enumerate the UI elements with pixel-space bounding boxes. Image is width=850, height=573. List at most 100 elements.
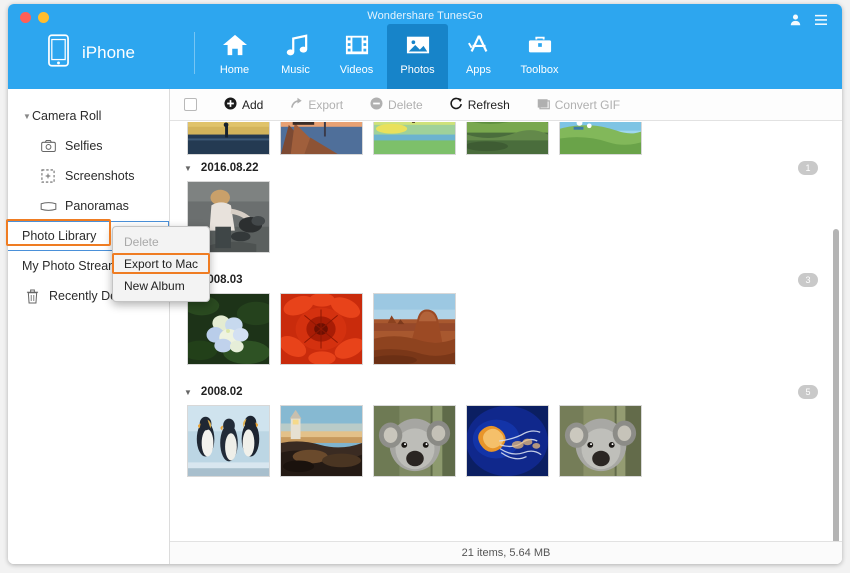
app-header: Wondershare TunesGo iPhone Home Music Vi…	[8, 4, 842, 89]
music-icon	[283, 32, 309, 58]
sidebar-label-my-photo-stream: My Photo Stream	[22, 259, 119, 273]
group-count-badge: 5	[798, 385, 818, 399]
disclosure-triangle-icon[interactable]: ▼	[16, 112, 32, 121]
user-icon[interactable]	[789, 13, 802, 31]
group-count-badge: 3	[798, 273, 818, 287]
video-icon	[344, 32, 370, 58]
sidebar-label-panoramas: Panoramas	[65, 199, 129, 213]
photo-thumbnail-red-dahlia[interactable]	[280, 293, 363, 365]
content-toolbar: Add Export Delete Refresh Convert GIF	[170, 89, 842, 121]
iphone-icon	[48, 34, 69, 72]
photo-thumbnail-tree-field[interactable]	[373, 122, 456, 155]
window-title: Wondershare TunesGo	[367, 10, 483, 22]
sidebar-label-screenshots: Screenshots	[65, 169, 135, 183]
date-group-header[interactable]: ▼ 2008.02 5	[170, 379, 842, 405]
export-arrow-icon	[290, 97, 303, 113]
convert-gif-button[interactable]: Convert GIF	[537, 97, 620, 113]
main-nav: Home Music Videos Photos Apps Toolbox	[204, 24, 570, 89]
delete-button[interactable]: Delete	[370, 96, 423, 113]
gif-icon	[537, 97, 550, 113]
status-summary: 21 items, 5.64 MB	[461, 547, 551, 559]
photo-thumbnail-seaside[interactable]	[559, 122, 642, 155]
photo-thumbnail-green-pond[interactable]	[466, 122, 549, 155]
toolbox-icon	[527, 32, 553, 58]
photo-thumbnail-penguins[interactable]	[187, 405, 270, 477]
date-group-header[interactable]: ▼ 2016.08.22 1	[170, 155, 842, 181]
sidebar-item-camera-roll[interactable]: ▼ Camera Roll	[8, 101, 169, 131]
sidebar-label-selfies: Selfies	[65, 139, 103, 153]
camera-icon	[38, 139, 58, 153]
photo-icon	[405, 32, 431, 58]
add-button[interactable]: Add	[224, 96, 263, 113]
thumb-row	[170, 405, 842, 477]
nav-tab-photos[interactable]: Photos	[387, 24, 448, 89]
sidebar-item-panoramas[interactable]: Panoramas	[8, 191, 169, 221]
context-menu-label-export-to-mac: Export to Mac	[124, 257, 199, 271]
context-menu-label-new-album: New Album	[124, 279, 185, 293]
connected-device[interactable]: iPhone	[48, 34, 135, 72]
panorama-icon	[38, 199, 58, 213]
home-icon	[222, 32, 248, 58]
apps-icon	[466, 32, 492, 58]
photo-thumbnail-hydrangea[interactable]	[187, 293, 270, 365]
content-pane: Add Export Delete Refresh Convert GIF ▼ …	[170, 89, 842, 564]
context-menu-item-export-to-mac[interactable]: Export to Mac	[113, 253, 209, 275]
nav-tab-videos[interactable]: Videos	[326, 24, 387, 89]
hamburger-menu-icon[interactable]	[814, 13, 828, 31]
photo-thumbnail-desert-butte[interactable]	[373, 293, 456, 365]
app-body: ▼ Camera Roll Selfies Screenshots Panora…	[8, 89, 842, 564]
nav-label-toolbox: Toolbox	[520, 64, 559, 76]
context-menu-item-delete[interactable]: Delete	[113, 231, 209, 253]
nav-tab-home[interactable]: Home	[204, 24, 265, 89]
refresh-button-label: Refresh	[467, 97, 510, 112]
refresh-icon	[450, 97, 463, 113]
nav-label-apps: Apps	[465, 64, 492, 76]
photo-thumbnail-pier-sunset[interactable]	[280, 122, 363, 155]
nav-tab-music[interactable]: Music	[265, 24, 326, 89]
header-actions	[789, 13, 828, 31]
device-name-label: iPhone	[82, 43, 135, 62]
date-group-label: 2008.02	[200, 386, 243, 398]
export-button-label: Export	[308, 97, 344, 112]
photo-thumbnail-koala-2[interactable]	[559, 405, 642, 477]
plus-circle-icon	[224, 96, 237, 113]
header-divider	[194, 32, 195, 74]
convert-gif-button-label: Convert GIF	[554, 97, 621, 112]
photo-thumbnail-koala[interactable]	[373, 405, 456, 477]
nav-label-home: Home	[219, 64, 250, 76]
refresh-button[interactable]: Refresh	[450, 97, 510, 113]
vertical-scrollbar[interactable]	[833, 229, 839, 559]
group-collapse-icon[interactable]: ▼	[184, 388, 192, 397]
screenshot-icon	[38, 169, 58, 183]
trash-icon	[22, 288, 42, 304]
sidebar-label-photo-library: Photo Library	[22, 229, 97, 243]
thumb-row	[170, 181, 842, 253]
photo-thumbnail-jellyfish[interactable]	[466, 405, 549, 477]
thumb-row-partial	[170, 122, 842, 155]
photo-thumbnail-mountain-lake[interactable]	[187, 122, 270, 155]
context-menu-label-delete: Delete	[124, 235, 159, 249]
photo-thumbnail-lighthouse-dusk[interactable]	[280, 405, 363, 477]
context-menu-item-new-album[interactable]: New Album	[113, 275, 209, 297]
app-root: Wondershare TunesGo iPhone Home Music Vi…	[0, 0, 850, 573]
export-button[interactable]: Export	[290, 97, 343, 113]
select-all-checkbox[interactable]	[184, 98, 197, 111]
sidebar: ▼ Camera Roll Selfies Screenshots Panora…	[8, 89, 170, 564]
minus-circle-icon	[370, 96, 383, 113]
date-group-label: 2016.08.22	[200, 162, 259, 174]
nav-label-music: Music	[281, 64, 310, 76]
photo-grid: ▼ 2016.08.22 1 2008.03 3 ▼ 2008.02 5	[170, 122, 842, 541]
sidebar-label-camera-roll: Camera Roll	[32, 109, 102, 123]
delete-button-label: Delete	[388, 97, 423, 112]
status-bar: 21 items, 5.64 MB	[170, 541, 842, 564]
nav-tab-apps[interactable]: Apps	[448, 24, 509, 89]
nav-tab-toolbox[interactable]: Toolbox	[509, 24, 570, 89]
thumb-row	[170, 293, 842, 365]
nav-label-photos: Photos	[400, 64, 435, 76]
context-menu: Delete Export to Mac New Album	[112, 226, 210, 302]
sidebar-item-selfies[interactable]: Selfies	[8, 131, 169, 161]
sidebar-item-screenshots[interactable]: Screenshots	[8, 161, 169, 191]
group-count-badge: 1	[798, 161, 818, 175]
date-group-header[interactable]: ▼ 2008.03 3	[170, 267, 842, 293]
group-collapse-icon[interactable]: ▼	[184, 164, 192, 173]
